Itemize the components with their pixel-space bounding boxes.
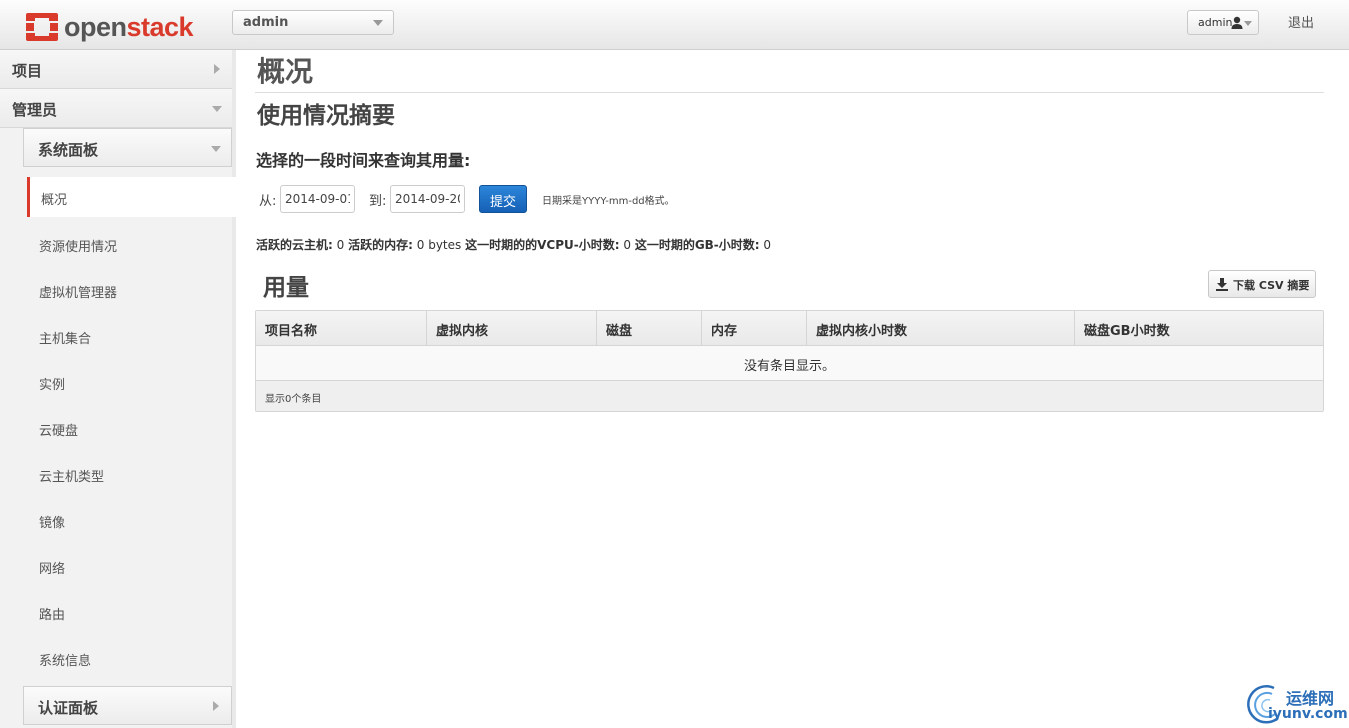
column-header-vcpu-hours[interactable]: 虚拟内核小时数 xyxy=(807,311,1075,345)
user-menu-label: admin xyxy=(1198,16,1233,29)
table-empty-row: 没有条目显示。 xyxy=(256,346,1323,381)
download-icon xyxy=(1216,278,1228,291)
chevron-down-icon xyxy=(373,20,383,26)
column-header-disk[interactable]: 磁盘 xyxy=(597,311,702,345)
usage-summary-title: 使用情况摘要 xyxy=(257,102,395,129)
usage-title: 用量 xyxy=(263,274,309,301)
user-icon xyxy=(1231,16,1243,29)
active-memory-label: 活跃的内存: xyxy=(348,238,413,252)
vcpu-hours-label: 这一时期的的VCPU-小时数: xyxy=(465,238,620,252)
sidebar-panel-identity[interactable]: 认证面板 xyxy=(23,686,232,725)
column-header-project-name[interactable]: 项目名称 xyxy=(256,311,427,345)
chevron-right-icon xyxy=(214,64,220,74)
watermark: 运维网 iyunv.com xyxy=(1244,682,1349,728)
select-period-heading: 选择的一段时间来查询其用量: xyxy=(256,151,471,170)
project-selector-label: admin xyxy=(243,15,289,30)
from-date-input[interactable] xyxy=(280,185,355,213)
sidebar-item-host-aggregates[interactable]: 主机集合 xyxy=(27,316,236,356)
column-header-disk-gb-hours[interactable]: 磁盘GB小时数 xyxy=(1075,311,1323,345)
sidebar-item-admin[interactable]: 管理员 xyxy=(0,89,232,128)
sidebar-panel-label: 认证面板 xyxy=(38,699,99,717)
logout-link[interactable]: 退出 xyxy=(1288,12,1314,31)
sidebar-item-routers[interactable]: 路由 xyxy=(27,592,236,632)
openstack-logo-icon xyxy=(26,13,58,41)
openstack-logo[interactable]: openstack xyxy=(24,10,194,44)
sidebar: 项目 管理员 系统面板 概况 资源使用情况 虚拟机管理器 主机集合 实例 云硬盘… xyxy=(0,50,236,728)
sidebar-item-networks[interactable]: 网络 xyxy=(27,546,236,586)
chevron-right-icon xyxy=(213,701,219,711)
active-instances-value: 0 xyxy=(336,238,345,252)
sidebar-item-resource-usage[interactable]: 资源使用情况 xyxy=(27,224,236,264)
from-label: 从: xyxy=(259,194,277,209)
download-csv-label: 下载 CSV 摘要 xyxy=(1233,279,1310,292)
date-format-hint: 日期采是YYYY-mm-dd格式。 xyxy=(542,196,675,207)
chevron-down-icon xyxy=(211,146,221,152)
chevron-down-icon xyxy=(1244,21,1252,26)
gb-hours-value: 0 xyxy=(763,238,772,252)
to-date-input[interactable] xyxy=(390,185,465,213)
sidebar-item-project[interactable]: 项目 xyxy=(0,50,232,89)
gb-hours-label: 这一时期的GB-小时数: xyxy=(634,238,760,252)
sidebar-panel-label: 系统面板 xyxy=(38,141,99,159)
active-memory-value: 0 bytes xyxy=(416,238,462,252)
sidebar-item-images[interactable]: 镜像 xyxy=(27,500,236,540)
table-header: 项目名称 虚拟内核 磁盘 内存 虚拟内核小时数 磁盘GB小时数 xyxy=(256,311,1323,346)
sidebar-item-system-info[interactable]: 系统信息 xyxy=(27,638,236,678)
sidebar-item-volumes[interactable]: 云硬盘 xyxy=(27,408,236,448)
active-instances-label: 活跃的云主机: xyxy=(256,238,333,252)
sidebar-item-overview[interactable]: 概况 xyxy=(27,177,236,217)
vcpu-hours-value: 0 xyxy=(623,238,631,252)
watermark-line2: iyunv.com xyxy=(1268,706,1348,722)
top-bar: openstack admin admin 退出 xyxy=(0,0,1349,50)
download-csv-button[interactable]: 下载 CSV 摘要 xyxy=(1208,270,1316,298)
sidebar-item-instances[interactable]: 实例 xyxy=(27,362,236,402)
divider xyxy=(255,92,1324,93)
submit-button[interactable]: 提交 xyxy=(479,185,527,213)
to-label: 到: xyxy=(369,194,387,209)
sidebar-item-hypervisors[interactable]: 虚拟机管理器 xyxy=(27,270,236,310)
usage-table: 项目名称 虚拟内核 磁盘 内存 虚拟内核小时数 磁盘GB小时数 没有条目显示。 … xyxy=(255,310,1324,412)
project-selector[interactable]: admin xyxy=(232,10,394,35)
sidebar-item-flavors[interactable]: 云主机类型 xyxy=(27,454,236,494)
column-header-ram[interactable]: 内存 xyxy=(702,311,807,345)
sidebar-panel-system[interactable]: 系统面板 xyxy=(23,128,232,167)
sidebar-item-label: 项目 xyxy=(12,62,43,80)
user-menu[interactable]: admin xyxy=(1187,10,1259,35)
page-title: 概况 xyxy=(257,55,314,88)
logo-text: openstack xyxy=(64,11,194,42)
sidebar-item-label: 管理员 xyxy=(12,101,58,119)
chevron-down-icon xyxy=(212,106,222,112)
table-footer: 显示0个条目 xyxy=(256,381,1323,411)
usage-stats: 活跃的云主机: 0 活跃的内存: 0 bytes 这一时期的的VCPU-小时数:… xyxy=(256,236,771,253)
column-header-vcpus[interactable]: 虚拟内核 xyxy=(427,311,597,345)
